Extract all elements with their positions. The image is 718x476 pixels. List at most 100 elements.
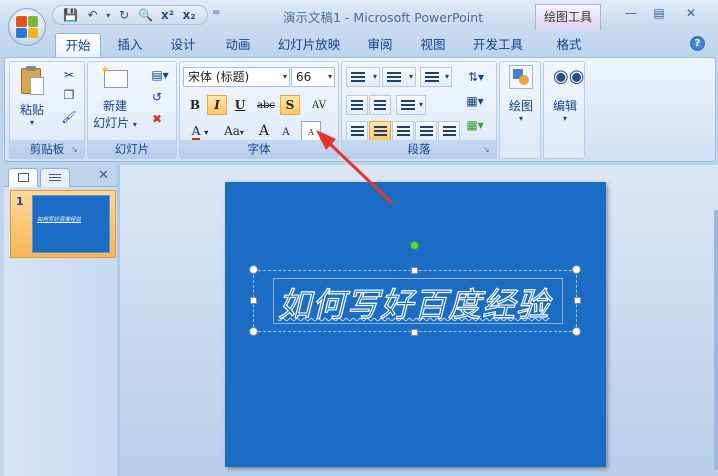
align-text-icon[interactable]: ▦▾ (466, 92, 484, 110)
tab-format[interactable]: 格式 (549, 33, 589, 58)
handle-middle-left[interactable] (250, 297, 257, 304)
change-case-label: Aa (224, 124, 240, 138)
help-icon[interactable]: ? (690, 36, 705, 51)
handle-top-left[interactable] (249, 265, 258, 274)
clipboard-group: 粘贴 ▾ ✂ ❐ 🖌 剪贴板 ↘ (9, 61, 85, 159)
justify-button[interactable] (415, 121, 437, 141)
change-case-button[interactable]: Aa▾ (218, 121, 250, 141)
layout-icon[interactable]: ▤▾ (148, 66, 172, 84)
paste-icon (18, 65, 46, 97)
smartart-icon[interactable]: ▦▾ (466, 116, 484, 134)
close-button[interactable]: ✕ (680, 6, 702, 22)
vertical-scrollbar[interactable] (714, 210, 718, 470)
undo-icon[interactable]: ↶ (83, 6, 103, 24)
handle-bottom-left[interactable] (249, 327, 258, 336)
tab-outline[interactable] (40, 168, 70, 187)
line-spacing-button[interactable]: ▾ (420, 67, 452, 87)
cut-icon[interactable]: ✂ (60, 66, 78, 84)
close-pane-icon[interactable]: ✕ (98, 168, 109, 183)
tab-design[interactable]: 设计 (163, 33, 203, 58)
maximize-button[interactable]: ▤ (648, 6, 670, 22)
clear-formatting-label: A (308, 128, 314, 137)
tab-developer[interactable]: 开发工具 (468, 33, 528, 58)
tab-animations[interactable]: 动画 (218, 33, 258, 58)
handle-bottom-middle[interactable] (411, 329, 418, 336)
font-group: 宋体 (标题) ▾ 66 ▾ B I U abc S AV A ▾ Aa▾ A … (179, 61, 339, 159)
tab-home[interactable]: 开始 (55, 33, 101, 58)
font-size-select[interactable]: 66 ▾ (291, 67, 335, 87)
font-size-dropdown-icon: ▾ (327, 72, 332, 81)
align-center-button[interactable] (369, 121, 391, 141)
tab-slides[interactable] (8, 168, 38, 187)
handle-middle-right[interactable] (574, 297, 581, 304)
grow-font-button[interactable]: A (254, 121, 274, 141)
increase-indent-button[interactable] (369, 95, 391, 115)
slide-thumbnail-1[interactable]: 1 如何写好百度经验 (10, 190, 116, 258)
ribbon-tabs: 开始 插入 设计 动画 幻灯片放映 审阅 视图 开发工具 格式 (0, 30, 718, 58)
grow-font-label: A (258, 123, 270, 139)
new-slide-button[interactable]: ✶ 新建 幻灯片 ▾ (90, 64, 140, 131)
slide-title-text[interactable]: 如何写好百度经验 (277, 278, 578, 326)
paragraph-group-label: 段落 (342, 140, 496, 158)
font-color-dropdown-icon: ▾ (204, 128, 209, 137)
binoculars-icon: ◉◉ (553, 66, 585, 87)
minimize-button[interactable]: — (620, 6, 642, 22)
redo-icon[interactable]: ↻ (114, 6, 134, 24)
editing-button[interactable]: ◉◉ 编辑 ▾ (545, 65, 585, 123)
reset-icon[interactable]: ↺ (148, 88, 166, 106)
print-preview-icon[interactable]: 🔍 (136, 6, 156, 24)
clear-formatting-button[interactable]: A (301, 121, 321, 141)
columns-button[interactable]: ▾ (396, 95, 426, 115)
tab-slideshow[interactable]: 幻灯片放映 (274, 33, 344, 58)
editing-dropdown-icon: ▾ (562, 114, 567, 123)
numbering-button[interactable]: ▾ (382, 67, 416, 87)
title-bar: 💾 ↶ ▾ ↻ 🔍 x² x₂ = 演示文稿1 - Microsoft Powe… (0, 0, 718, 30)
delete-slide-icon[interactable]: ✖ (148, 110, 166, 128)
paste-button[interactable]: 粘贴 ▾ (15, 65, 49, 127)
font-color-button[interactable]: A ▾ (185, 121, 215, 141)
font-name-select[interactable]: 宋体 (标题) ▾ (183, 67, 290, 87)
format-painter-icon[interactable]: 🖌 (60, 108, 78, 126)
shrink-font-button[interactable]: A (276, 121, 296, 141)
strikethrough-button[interactable]: abc (253, 95, 279, 115)
copy-icon[interactable]: ❐ (60, 86, 78, 104)
align-right-button[interactable] (392, 121, 414, 141)
handle-top-right[interactable] (572, 265, 581, 274)
handle-top-middle[interactable] (411, 267, 418, 274)
underline-button[interactable]: U (230, 95, 250, 115)
drawing-button[interactable]: 绘图 ▾ (501, 65, 541, 123)
window-title: 演示文稿1 - Microsoft PowerPoint (283, 10, 484, 25)
superscript-icon[interactable]: x² (158, 6, 178, 24)
new-slide-icon: ✶ (100, 64, 130, 89)
office-logo-icon (16, 16, 38, 38)
save-icon[interactable]: 💾 (61, 6, 81, 24)
italic-button[interactable]: I (207, 95, 227, 115)
char-spacing-button[interactable]: AV (304, 95, 334, 115)
undo-dropdown-icon[interactable]: ▾ (104, 6, 112, 24)
drawing-label: 绘图 (508, 99, 533, 113)
office-button[interactable] (8, 8, 46, 46)
tab-view[interactable]: 视图 (413, 33, 453, 58)
tab-insert[interactable]: 插入 (110, 33, 150, 58)
customize-qat-button[interactable]: = (212, 7, 220, 18)
align-left-button[interactable] (346, 121, 368, 141)
decrease-indent-button[interactable] (346, 95, 368, 115)
new-slide-label-1: 新建 (102, 99, 127, 113)
slides-group-label: 幻灯片 (88, 140, 176, 158)
text-direction-icon[interactable]: ⇅▾ (462, 68, 490, 86)
distribute-button[interactable] (438, 121, 460, 141)
clipboard-launcher-icon[interactable]: ↘ (71, 145, 81, 155)
slide-number: 1 (16, 195, 24, 208)
bullets-button[interactable]: ▾ (346, 67, 380, 87)
new-slide-label-2: 幻灯片 ▾ (93, 116, 137, 130)
tab-review[interactable]: 审阅 (360, 33, 400, 58)
handle-bottom-right[interactable] (572, 327, 581, 336)
rotation-handle[interactable] (410, 241, 419, 250)
paragraph-group: ▾ ▾ ▾ ⇅▾ ▾ ▦▾ ▦▾ 段落 ↘ (341, 61, 497, 159)
font-name-dropdown-icon: ▾ (282, 72, 287, 81)
shadow-button[interactable]: S (280, 95, 300, 115)
subscript-icon[interactable]: x₂ (179, 6, 199, 24)
bold-button[interactable]: B (185, 95, 205, 115)
paragraph-launcher-icon[interactable]: ↘ (483, 145, 493, 155)
pane-tabs: ✕ (4, 165, 118, 187)
